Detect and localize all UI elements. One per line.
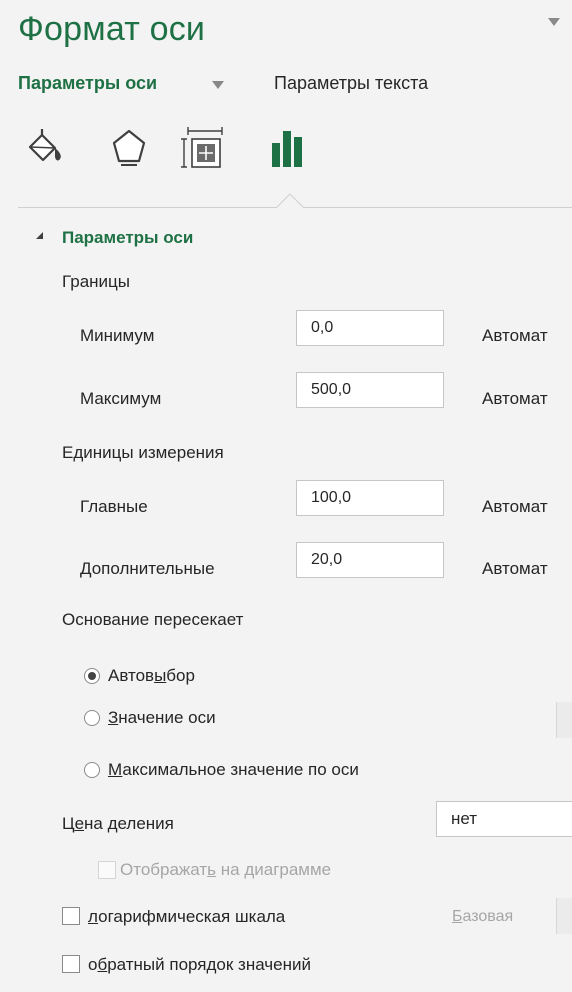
- maximum-input[interactable]: [296, 372, 444, 408]
- crosses-heading: Основание пересекает: [62, 610, 244, 629]
- tab-axis-options-dropdown-icon[interactable]: [212, 81, 224, 89]
- bounds-heading: Границы: [62, 272, 130, 291]
- maximum-label: Максимум: [80, 389, 162, 408]
- selected-tab-caret: [276, 193, 304, 209]
- crosses-max-value-label[interactable]: Максимальное значение по оси: [108, 760, 359, 780]
- maximum-auto-button[interactable]: Автомат: [482, 389, 548, 409]
- pane-options-chevron-icon[interactable]: [548, 18, 560, 26]
- major-unit-auto-button[interactable]: Автомат: [482, 497, 548, 517]
- display-units-label: Цена деления: [62, 814, 174, 833]
- log-base-input[interactable]: [556, 898, 572, 934]
- minimum-auto-button[interactable]: Автомат: [482, 326, 548, 346]
- show-units-on-chart-label: Отображать на диаграмме: [120, 860, 332, 879]
- icon-row-divider: [18, 207, 286, 208]
- show-units-on-chart-checkbox[interactable]: [98, 861, 116, 879]
- tab-axis-options[interactable]: Параметры оси: [18, 73, 157, 94]
- crosses-auto-radio[interactable]: [84, 668, 100, 684]
- minimum-input[interactable]: [296, 310, 444, 346]
- pane-title: Формат оси: [18, 10, 206, 48]
- axis-options-icon[interactable]: [264, 125, 314, 173]
- section-axis-options-title[interactable]: Параметры оси: [62, 228, 193, 248]
- display-units-select[interactable]: нет: [436, 801, 572, 837]
- crosses-max-value-radio[interactable]: [84, 762, 100, 778]
- icon-row-divider: [302, 207, 572, 208]
- tab-text-options[interactable]: Параметры текста: [274, 73, 428, 94]
- crosses-axis-value-label[interactable]: Значение оси: [108, 708, 216, 728]
- log-base-label: Базовая: [452, 908, 514, 925]
- crosses-axis-value-input[interactable]: [556, 702, 572, 738]
- major-unit-input[interactable]: [296, 480, 444, 516]
- reverse-order-checkbox[interactable]: [62, 955, 80, 973]
- minor-unit-auto-button[interactable]: Автомат: [482, 559, 548, 579]
- crosses-axis-value-radio[interactable]: [84, 710, 100, 726]
- fill-line-icon[interactable]: [22, 125, 72, 173]
- minor-unit-input[interactable]: [296, 542, 444, 578]
- section-collapse-icon[interactable]: [36, 232, 43, 239]
- effects-icon[interactable]: [104, 125, 154, 173]
- log-scale-checkbox[interactable]: [62, 907, 80, 925]
- crosses-auto-label[interactable]: Автовыбор: [108, 666, 195, 686]
- size-properties-icon[interactable]: [180, 125, 230, 173]
- units-heading: Единицы измерения: [62, 443, 224, 462]
- log-scale-label[interactable]: логарифмическая шкала: [88, 907, 285, 927]
- minimum-label: Минимум: [80, 326, 155, 345]
- major-unit-label: Главные: [80, 497, 148, 516]
- minor-unit-label: Дополнительные: [80, 559, 215, 578]
- reverse-order-label[interactable]: обратный порядок значений: [88, 955, 311, 975]
